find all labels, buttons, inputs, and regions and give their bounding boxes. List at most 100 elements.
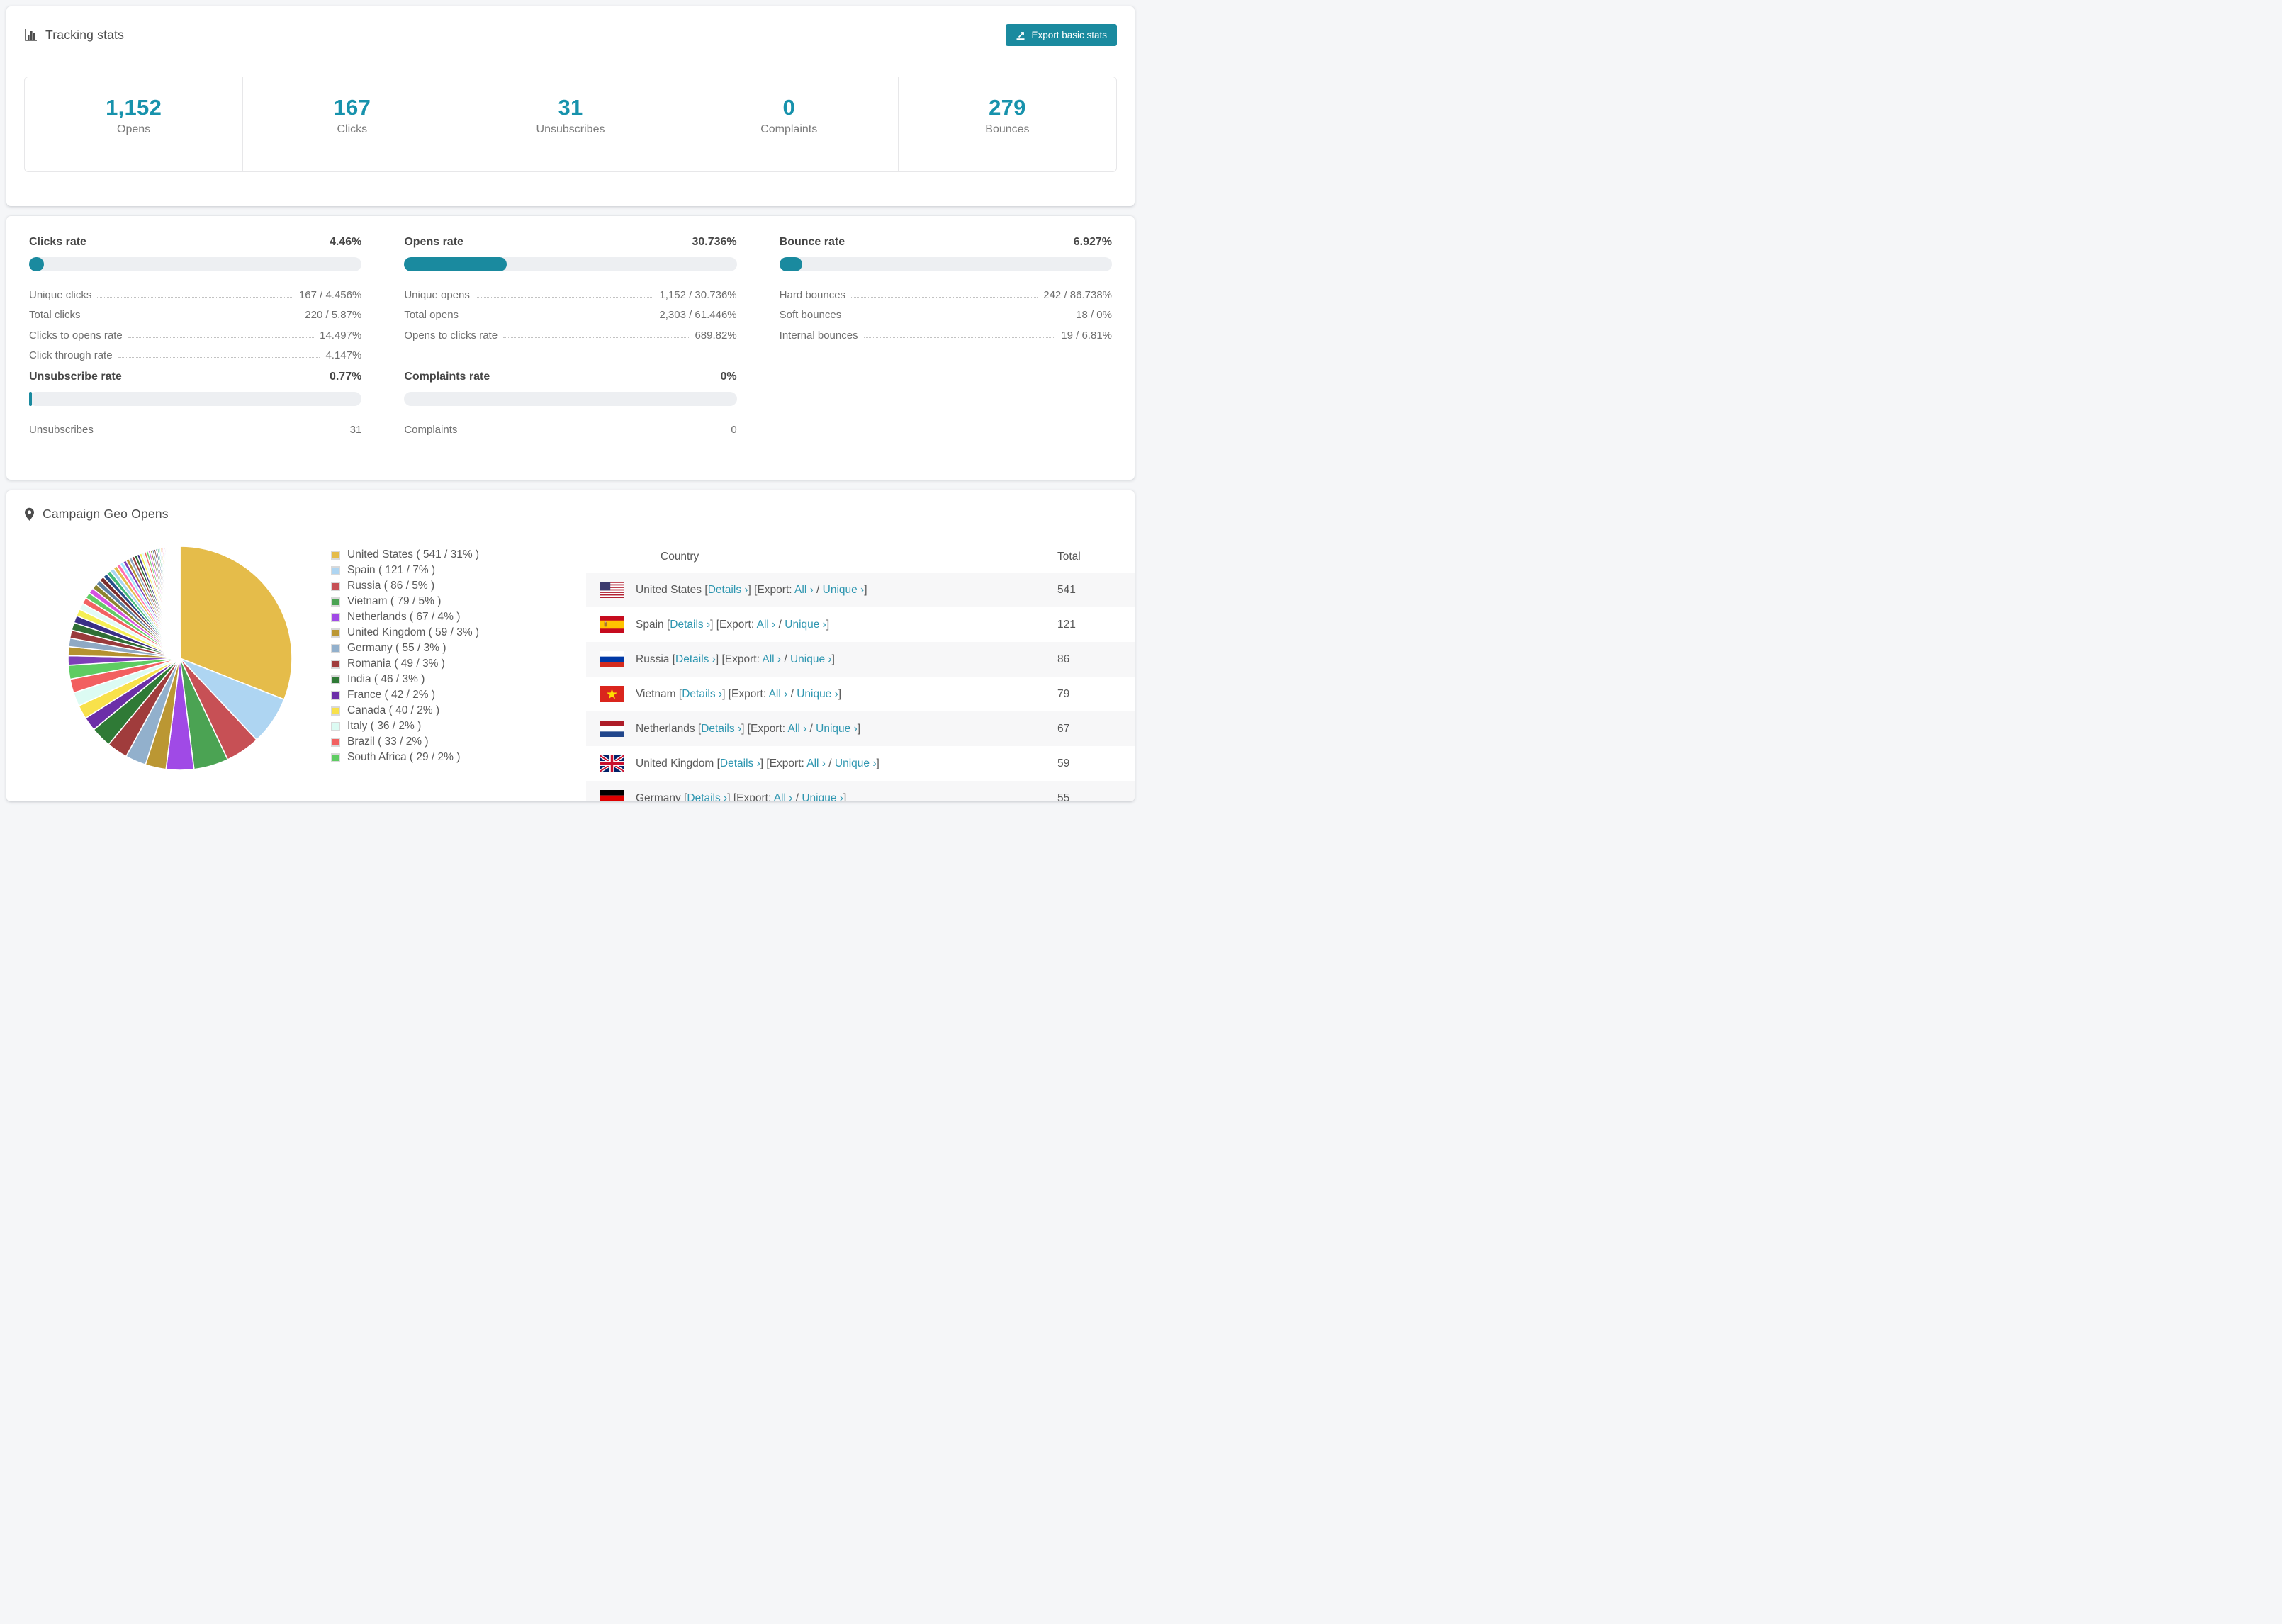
- stat-bounces: 279 Bounces: [899, 77, 1116, 171]
- details-link[interactable]: Details ›: [687, 792, 727, 802]
- unsubscribe-rate-progressbar: [29, 392, 362, 406]
- legend-item-united-states[interactable]: United States ( 541 / 31% ): [331, 547, 479, 563]
- opens-rate-title: Opens rate: [404, 236, 463, 248]
- rate-stat-row: Total opens 2,303 / 61.446%: [404, 303, 736, 324]
- rate-stat-label: Complaints: [404, 423, 458, 436]
- legend-label: United States ( 541 / 31% ): [347, 548, 480, 560]
- details-link[interactable]: Details ›: [701, 723, 741, 735]
- details-link[interactable]: Details ›: [675, 653, 716, 665]
- geo-table-row-es: Spain [Details ›] [Export: All › / Uniqu…: [586, 607, 1135, 642]
- geo-opens-card: Campaign Geo Opens United States ( 541 /…: [6, 490, 1135, 801]
- legend-item-united-kingdom[interactable]: United Kingdom ( 59 / 3% ): [331, 625, 479, 641]
- rate-stat-value: 31: [349, 423, 362, 436]
- legend-item-brazil[interactable]: Brazil ( 33 / 2% ): [331, 734, 479, 750]
- rate-stat-label: Internal bounces: [779, 329, 858, 342]
- export-unique-link[interactable]: Unique ›: [816, 723, 858, 735]
- rate-stat-row: Total clicks 220 / 5.87%: [29, 303, 361, 324]
- details-link[interactable]: Details ›: [682, 688, 722, 700]
- legend-item-germany[interactable]: Germany ( 55 / 3% ): [331, 641, 479, 656]
- legend-item-vietnam[interactable]: Vietnam ( 79 / 5% ): [331, 594, 479, 609]
- rate-stat-label: Unique opens: [404, 288, 470, 301]
- clicks-rate-block: Clicks rate 4.46% Unique clicks 167 / 4.4…: [29, 236, 362, 363]
- legend-label: Brazil ( 33 / 2% ): [347, 735, 429, 748]
- geo-table-row-nl: Netherlands [Details ›] [Export: All › /…: [586, 711, 1135, 746]
- rate-stat-value: 1,152 / 30.736%: [659, 288, 737, 301]
- export-unique-link[interactable]: Unique ›: [790, 653, 832, 665]
- total-column-header: Total: [1057, 551, 1081, 563]
- export-all-link[interactable]: All ›: [774, 792, 793, 802]
- legend-item-romania[interactable]: Romania ( 49 / 3% ): [331, 656, 479, 672]
- total-cell: 86: [1057, 653, 1070, 665]
- country-name: Germany: [636, 791, 681, 802]
- legend-item-italy[interactable]: Italy ( 36 / 2% ): [331, 718, 479, 734]
- export-all-link[interactable]: All ›: [806, 757, 826, 769]
- export-button-label: Export basic stats: [1031, 30, 1107, 40]
- export-all-link[interactable]: All ›: [794, 584, 814, 596]
- legend-item-netherlands[interactable]: Netherlands ( 67 / 4% ): [331, 609, 479, 625]
- rate-stat-row: Hard bounces 242 / 86.738%: [780, 283, 1112, 303]
- export-unique-link[interactable]: Unique ›: [785, 619, 826, 631]
- dotted-leader: [128, 337, 315, 338]
- bounce-rate-progressbar: [779, 257, 1112, 271]
- es-flag-icon: [600, 616, 624, 633]
- geo-opens-title: Campaign Geo Opens: [43, 507, 169, 521]
- export-unique-link[interactable]: Unique ›: [802, 792, 843, 802]
- legend-item-india[interactable]: India ( 46 / 3% ): [331, 672, 479, 687]
- export-basic-stats-button[interactable]: Export basic stats: [1006, 24, 1117, 46]
- legend-swatch: [331, 721, 340, 731]
- rate-stat-value: 14.497%: [320, 329, 362, 342]
- country-cell: Russia [Details ›] [Export: All › / Uniq…: [636, 653, 835, 665]
- rate-stat-label: Soft bounces: [779, 309, 842, 321]
- vn-flag-icon: [600, 686, 624, 702]
- legend-item-france[interactable]: France ( 42 / 2% ): [331, 687, 479, 703]
- legend-swatch: [331, 690, 340, 700]
- export-unique-link[interactable]: Unique ›: [823, 584, 865, 596]
- bounce-rate-value: 6.927%: [1073, 236, 1112, 248]
- rate-stat-label: Total opens: [404, 309, 459, 321]
- geo-table: Country Total United States [Details ›] …: [586, 541, 1135, 801]
- details-link[interactable]: Details ›: [670, 619, 710, 631]
- country-cell: Netherlands [Details ›] [Export: All › /…: [636, 722, 861, 735]
- export-all-link[interactable]: All ›: [788, 723, 807, 735]
- opens-rate-block: Opens rate 30.736% Unique opens 1,152 / 3…: [404, 236, 737, 344]
- export-unique-link[interactable]: Unique ›: [835, 757, 877, 769]
- clicks-count: 167: [333, 95, 371, 120]
- gb-flag-icon: [600, 755, 624, 772]
- export-all-link[interactable]: All ›: [757, 619, 776, 631]
- us-flag-icon: [600, 582, 624, 598]
- legend-item-spain[interactable]: Spain ( 121 / 7% ): [331, 563, 479, 578]
- country-name: Netherlands: [636, 722, 695, 735]
- rate-stat-row: Unsubscribes 31: [29, 417, 361, 438]
- export-all-link[interactable]: All ›: [762, 653, 781, 665]
- rate-stat-row: Opens to clicks rate 689.82%: [404, 323, 736, 344]
- stat-complaints: 0 Complaints: [680, 77, 899, 171]
- details-link[interactable]: Details ›: [708, 584, 748, 596]
- export-all-link[interactable]: All ›: [769, 688, 788, 700]
- legend-item-canada[interactable]: Canada ( 40 / 2% ): [331, 703, 479, 718]
- bounces-label: Bounces: [985, 123, 1030, 135]
- rate-stat-label: Unique clicks: [29, 288, 92, 301]
- rate-stat-label: Click through rate: [29, 349, 113, 361]
- geo-pie-chart[interactable]: [66, 544, 294, 772]
- unsubscribe-rate-block: Unsubscribe rate 0.77% Unsubscribes 31: [29, 371, 362, 438]
- export-unique-link[interactable]: Unique ›: [797, 688, 838, 700]
- export-icon: [1016, 30, 1025, 40]
- rates-card: Clicks rate 4.46% Unique clicks 167 / 4.4…: [6, 216, 1135, 480]
- country-cell: Spain [Details ›] [Export: All › / Uniqu…: [636, 618, 830, 631]
- legend-label: South Africa ( 29 / 2% ): [347, 751, 461, 763]
- bounce-rate-block: Bounce rate 6.927% Hard bounces 242 / 86.…: [779, 236, 1112, 344]
- legend-item-south-africa[interactable]: South Africa ( 29 / 2% ): [331, 750, 479, 765]
- legend-item-russia[interactable]: Russia ( 86 / 5% ): [331, 578, 479, 594]
- rate-stat-value: 0: [731, 423, 737, 436]
- de-flag-icon: [600, 790, 624, 801]
- complaints-rate-value: 0%: [720, 371, 737, 383]
- total-cell: 59: [1057, 757, 1070, 769]
- details-link[interactable]: Details ›: [720, 757, 760, 769]
- geo-table-row-us: United States [Details ›] [Export: All ›…: [586, 573, 1135, 607]
- complaints-rate-progressbar: [404, 392, 737, 406]
- geo-legend: United States ( 541 / 31% ) Spain ( 121 /…: [331, 547, 479, 765]
- geo-table-row-de: Germany [Details ›] [Export: All › / Uni…: [586, 781, 1135, 801]
- country-cell: United Kingdom [Details ›] [Export: All …: [636, 757, 879, 769]
- legend-swatch: [331, 737, 340, 747]
- complaints-rate-block: Complaints rate 0% Complaints 0: [404, 371, 737, 438]
